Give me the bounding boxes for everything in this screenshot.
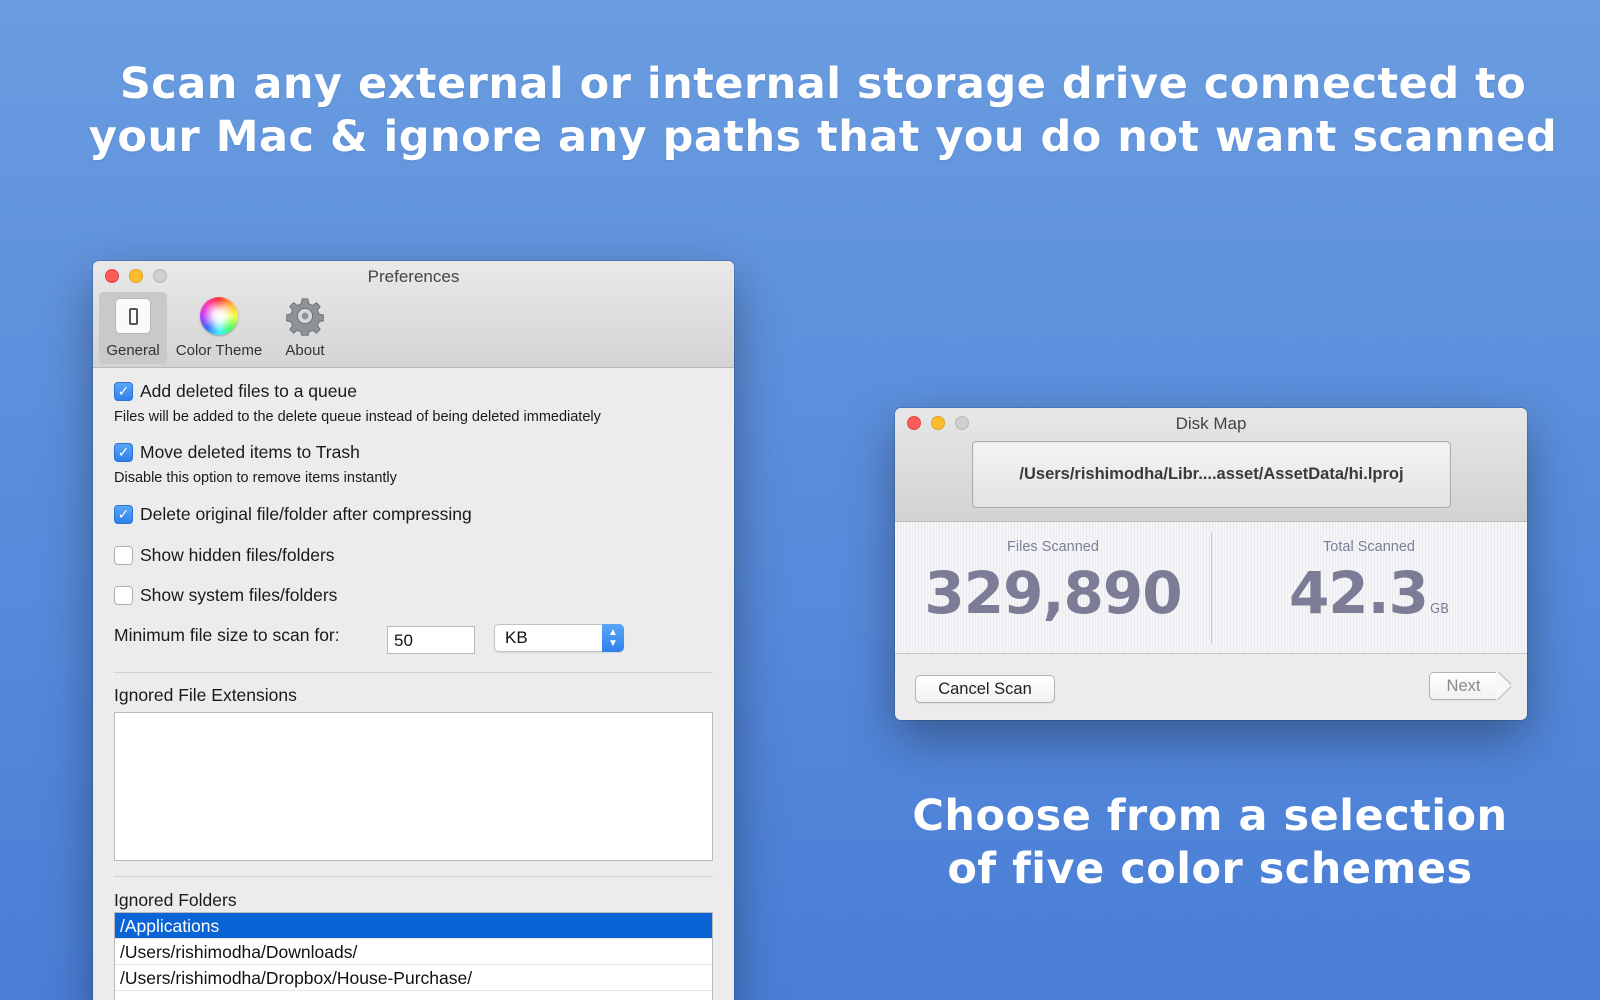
color-wheel-icon <box>200 297 238 335</box>
diskmap-window: Disk Map /Users/rishimodha/Libr....asset… <box>895 408 1527 720</box>
checkbox-checked[interactable]: ✓ <box>114 443 133 462</box>
tab-about[interactable]: About <box>271 292 339 364</box>
tab-general[interactable]: General <box>99 292 167 364</box>
option-move-to-trash[interactable]: ✓ Move deleted items to Trash <box>114 442 360 463</box>
checkbox-checked[interactable]: ✓ <box>114 505 133 524</box>
checkbox-unchecked[interactable] <box>114 546 133 565</box>
scan-stats: Files Scanned 329,890 Total Scanned 42.3… <box>895 522 1527 654</box>
option-label: Show system files/folders <box>140 585 338 605</box>
option-show-hidden[interactable]: Show hidden files/folders <box>114 545 335 566</box>
files-scanned-value: 329,890 <box>924 559 1182 627</box>
total-scanned-row: 42.3 GB <box>1211 559 1527 627</box>
total-scanned-unit: GB <box>1430 602 1450 617</box>
list-item[interactable]: /Users/rishimodha/Downloads/ <box>115 939 712 965</box>
option-label: Delete original file/folder after compre… <box>140 504 472 524</box>
option-hint: Files will be added to the delete queue … <box>114 409 601 425</box>
next-arrow-icon[interactable] <box>1496 672 1511 700</box>
files-scanned-stat: Files Scanned 329,890 <box>895 522 1211 654</box>
diskmap-titlebar: Disk Map /Users/rishimodha/Libr....asset… <box>895 408 1527 522</box>
headline: Scan any external or internal storage dr… <box>0 58 1600 164</box>
next-button[interactable]: Next <box>1429 672 1497 700</box>
headline-line-2: your Mac & ignore any paths that you do … <box>88 112 1558 162</box>
option-delete-after-compress[interactable]: ✓ Delete original file/folder after comp… <box>114 504 472 525</box>
checkbox-unchecked[interactable] <box>114 586 133 605</box>
tab-label: About <box>285 342 325 359</box>
window-title: Preferences <box>367 267 460 286</box>
tab-label: Color Theme <box>175 342 263 359</box>
headline-line-1: Scan any external or internal storage dr… <box>119 59 1527 109</box>
select-stepper-icon[interactable]: ▲ ▼ <box>602 624 624 652</box>
ignored-folders-label: Ignored Folders <box>114 890 237 910</box>
option-label: Show hidden files/folders <box>140 545 335 565</box>
ignored-extensions-label: Ignored File Extensions <box>114 685 297 705</box>
files-scanned-label: Files Scanned <box>1007 539 1099 555</box>
preferences-titlebar: Preferences General Color Theme About <box>93 261 734 368</box>
gear-icon <box>286 298 324 336</box>
total-scanned-value: 42.3 <box>1288 559 1429 627</box>
total-scanned-label: Total Scanned <box>1323 539 1415 555</box>
option-show-system[interactable]: Show system files/folders <box>114 585 337 606</box>
tab-color-theme[interactable]: Color Theme <box>171 292 267 364</box>
preferences-toolbar: General Color Theme About <box>99 292 339 364</box>
min-size-input[interactable]: 50 <box>387 626 475 654</box>
subline-line-1: Choose from a selection <box>912 791 1508 841</box>
min-size-label: Minimum file size to scan for: <box>114 625 340 645</box>
option-hint: Disable this option to remove items inst… <box>114 470 397 486</box>
checkbox-checked[interactable]: ✓ <box>114 382 133 401</box>
option-label: Move deleted items to Trash <box>140 442 360 462</box>
ignored-folders-list[interactable]: /Applications /Users/rishimodha/Download… <box>114 912 713 1000</box>
subline-line-2: of five color schemes <box>947 844 1473 894</box>
total-scanned-stat: Total Scanned 42.3 GB <box>1211 522 1527 654</box>
list-item[interactable]: /Applications <box>115 913 712 939</box>
general-pane: ✓ Add deleted files to a queue Files wil… <box>93 369 734 1000</box>
switch-icon <box>115 298 151 334</box>
window-title: Disk Map <box>1175 414 1247 433</box>
current-path-display: /Users/rishimodha/Libr....asset/AssetDat… <box>972 441 1451 508</box>
size-unit-value: KB <box>505 628 528 647</box>
option-add-to-queue[interactable]: ✓ Add deleted files to a queue <box>114 381 357 402</box>
preferences-window: Preferences General Color Theme About ✓ … <box>93 261 734 1000</box>
ignored-extensions-field[interactable] <box>114 712 713 861</box>
divider <box>114 876 713 877</box>
diskmap-footer: Cancel Scan Next <box>895 655 1527 720</box>
size-unit-select[interactable]: KB ▲ ▼ <box>494 624 624 652</box>
cancel-scan-button[interactable]: Cancel Scan <box>915 675 1055 703</box>
subline: Choose from a selection of five color sc… <box>900 790 1520 896</box>
option-label: Add deleted files to a queue <box>140 381 357 401</box>
divider <box>114 672 713 673</box>
list-item[interactable]: /Users/rishimodha/Dropbox/House-Purchase… <box>115 965 712 991</box>
tab-label: General <box>106 342 160 359</box>
